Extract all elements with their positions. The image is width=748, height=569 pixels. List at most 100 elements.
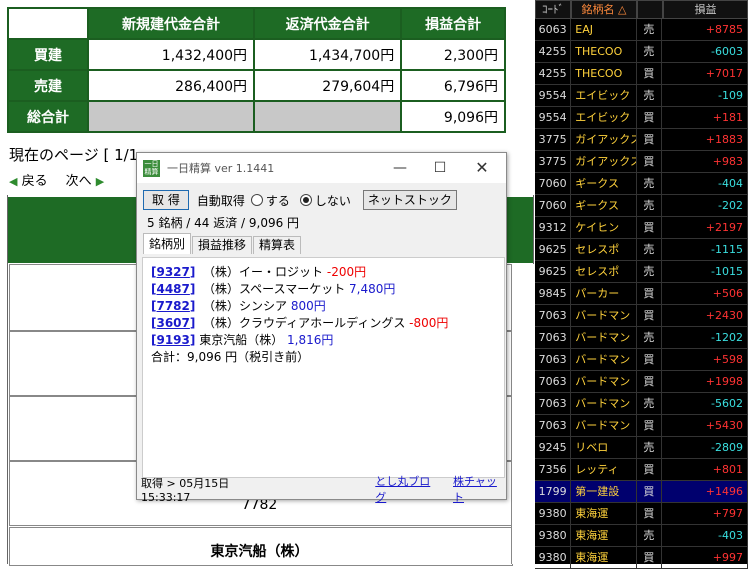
right-arrow-icon: ▶ <box>95 175 105 188</box>
position-code: 4255 <box>535 41 572 62</box>
position-code: 9380 <box>535 503 572 524</box>
total-new <box>86 100 256 133</box>
position-side: 買 <box>637 283 662 304</box>
position-name: バードマン <box>571 305 638 326</box>
stock-code-link[interactable]: 9327 <box>156 265 189 279</box>
netstock-button[interactable]: ネットストック <box>362 190 457 210</box>
position-code: 9380 <box>535 525 572 546</box>
position-pl: +598 <box>662 349 748 370</box>
position-code: 7060 <box>535 173 572 194</box>
position-side: 買 <box>637 459 662 480</box>
back-link[interactable]: ◀ 戻る <box>9 170 48 189</box>
list-item: [3607] （株）クラウディアホールディングス -800円 <box>151 316 449 330</box>
position-name: 東海運 <box>571 503 638 524</box>
position-code: 3775 <box>535 151 572 172</box>
position-list-header: ｺｰﾄﾞ 銘柄名 △ 損益 <box>535 0 748 19</box>
position-row[interactable]: 9554 エイビック売 -109 <box>535 85 748 107</box>
col-code[interactable]: ｺｰﾄﾞ <box>535 0 571 19</box>
position-side: 買 <box>637 305 662 326</box>
maximize-button[interactable]: ☐ <box>420 153 460 183</box>
position-name: リベロ <box>571 437 638 458</box>
position-row[interactable]: 7356 レッティ買 +801 <box>535 459 748 481</box>
col-pl[interactable]: 損益 <box>663 0 748 19</box>
position-side: 買 <box>637 371 662 392</box>
position-side: 売 <box>637 327 662 348</box>
tab-by-stock[interactable]: 銘柄別 <box>143 233 192 254</box>
position-row[interactable]: 9625 セレスポ売 -1015 <box>535 261 748 283</box>
close-button[interactable]: ✕ <box>462 153 502 183</box>
position-row[interactable]: 9554 エイビック買 +181 <box>535 107 748 129</box>
position-side: 売 <box>637 41 662 62</box>
position-row[interactable]: 9845 パーカー買 +506 <box>535 283 748 305</box>
position-pl: -1202 <box>662 327 748 348</box>
window-titlebar[interactable]: 一日精算 一日精算 ver 1.1441 — ☐ ✕ <box>137 153 506 183</box>
position-row[interactable]: 7063 バードマン買 +2430 <box>535 305 748 327</box>
position-name: THECOO <box>571 41 638 62</box>
stock-code-link[interactable]: 3607 <box>156 316 189 330</box>
position-row[interactable]: 7063 バードマン買 +1998 <box>535 371 748 393</box>
position-row[interactable]: 9380 東海運売 -403 <box>535 525 748 547</box>
position-pl: +1883 <box>662 129 748 150</box>
position-code: 7063 <box>535 393 572 414</box>
buy-new: 1,432,400円 <box>86 38 256 71</box>
position-row[interactable]: 9245 リベロ売 -2809 <box>535 437 748 459</box>
position-name: バードマン <box>571 415 638 436</box>
position-code: 7063 <box>535 305 572 326</box>
position-side: 買 <box>637 349 662 370</box>
position-row[interactable]: 4255 THECOO 売 -6003 <box>535 41 748 63</box>
position-pl: -2809 <box>662 437 748 458</box>
row-label-buy: 買建 <box>7 38 89 71</box>
position-row[interactable]: 7060 ギークス売 -404 <box>535 173 748 195</box>
header-new: 新規建代金合計 <box>86 7 256 40</box>
radio-auto-on[interactable]: する <box>250 192 290 209</box>
position-row[interactable]: 7063 バードマン売 -5602 <box>535 393 748 415</box>
position-code: 9554 <box>535 107 572 128</box>
position-name: 第一建設 <box>571 481 638 502</box>
fetch-timestamp: 取得 > 05月15日 15:33:17 <box>141 476 230 504</box>
position-pl: +181 <box>662 107 748 128</box>
chat-link[interactable]: 株チャット <box>453 473 506 505</box>
position-name: レッティ <box>571 459 638 480</box>
position-side: 売 <box>637 437 662 458</box>
position-row[interactable]: 9380 東海運買 +797 <box>535 503 748 525</box>
col-name[interactable]: 銘柄名 △ <box>571 0 637 19</box>
position-name: 東海運 <box>571 547 638 568</box>
blog-link[interactable]: とし丸ブログ <box>375 473 439 505</box>
position-pl: -6003 <box>662 41 748 62</box>
stock-code-link[interactable]: 7782 <box>156 299 189 313</box>
position-row[interactable]: 1799 第一建設買 +1496 <box>535 481 748 503</box>
col-side[interactable] <box>637 0 663 19</box>
position-row[interactable]: 4255 THECOO 買 +7017 <box>535 63 748 85</box>
stats-line: 5 銘柄 / 44 返済 / 9,096 円 <box>147 216 300 230</box>
position-side: 買 <box>637 151 662 172</box>
position-row[interactable]: 6063 EAJ 売 +8785 <box>535 19 748 41</box>
position-row[interactable]: 3775 ガイアックス買 +983 <box>535 151 748 173</box>
position-row[interactable]: 7063 バードマン売 -1202 <box>535 327 748 349</box>
next-link[interactable]: 次へ ▶ <box>66 170 105 189</box>
position-row[interactable]: 9312 ケイヒン買 +2197 <box>535 217 748 239</box>
position-name: セレスポ <box>571 239 638 260</box>
position-code: 9380 <box>535 547 572 568</box>
position-side: 買 <box>637 547 662 568</box>
stock-code-link[interactable]: 4487 <box>156 282 189 296</box>
tab-pl-trend[interactable]: 損益推移 <box>192 236 253 254</box>
radio-auto-off[interactable]: しない <box>299 192 351 209</box>
position-name: バードマン <box>571 371 638 392</box>
position-name: エイビック <box>571 107 638 128</box>
position-code: 7063 <box>535 415 572 436</box>
position-row[interactable]: 9625 セレスポ売 -1115 <box>535 239 748 261</box>
position-side: 買 <box>637 481 662 502</box>
position-row[interactable]: 7063 バードマン買 +5430 <box>535 415 748 437</box>
position-side: 買 <box>637 107 662 128</box>
position-row[interactable]: 9380 東海運買 +997 <box>535 547 748 569</box>
sell-repay: 279,604円 <box>253 69 403 102</box>
app-icon: 一日精算 <box>143 159 160 177</box>
fetch-button[interactable]: 取 得 <box>143 190 189 210</box>
tab-settlement[interactable]: 精算表 <box>253 236 302 254</box>
row-label-total: 総合計 <box>7 100 89 133</box>
position-row[interactable]: 3775 ガイアックス買 +1883 <box>535 129 748 151</box>
position-row[interactable]: 7063 バードマン買 +598 <box>535 349 748 371</box>
stock-code-link[interactable]: 9193 <box>156 333 189 347</box>
minimize-button[interactable]: — <box>380 153 420 183</box>
position-row[interactable]: 7060 ギークス売 -202 <box>535 195 748 217</box>
